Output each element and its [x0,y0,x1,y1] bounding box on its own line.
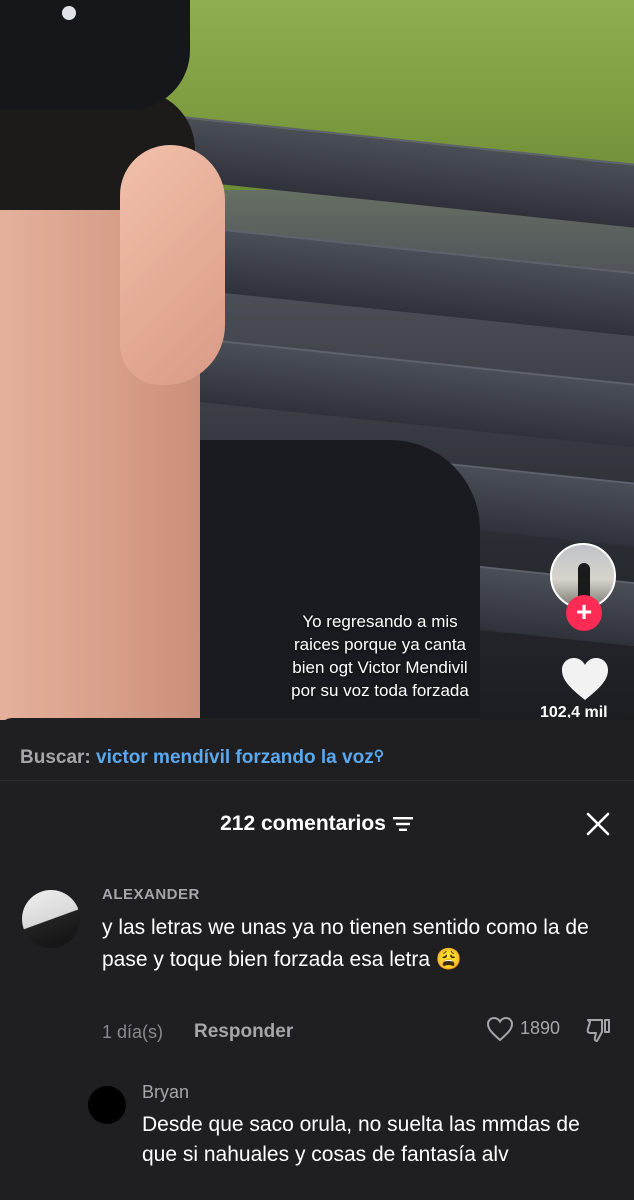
search-icon[interactable]: ⚲ [374,747,384,763]
caption-line: por su voz toda forzada [291,681,469,700]
caption-line: Yo regresando a mis [302,612,458,631]
reply-button[interactable]: Responder [194,1021,293,1043]
heart-icon[interactable] [560,656,610,702]
comments-sheet: Buscar: victor mendívil forzando la voz⚲… [0,718,634,1200]
video-caption: Yo regresando a mis raices porque ya can… [265,610,495,702]
thumbs-down-icon[interactable] [584,1016,612,1044]
sort-icon[interactable] [392,816,414,832]
comment-username[interactable]: Bryan [142,1082,189,1103]
search-label: Buscar: [20,747,91,768]
comment-timestamp: 1 día(s) [102,1022,164,1042]
follow-button[interactable]: + [566,595,602,631]
avatar[interactable] [22,890,80,948]
comment-like-count: 1890 [520,1018,561,1038]
divider [0,780,634,781]
close-icon[interactable] [584,810,612,838]
comments-header: 212 comentarios [0,812,634,836]
comment-text: Desde que saco orula, no suelta las mmda… [142,1113,580,1166]
bench-slat [204,226,634,338]
comments-count-title: 212 comentarios [220,812,386,835]
person-cap [0,0,190,110]
comment-username[interactable]: ALEXANDER [102,886,200,903]
heart-outline-icon[interactable] [486,1016,514,1042]
cap-button [62,6,76,20]
bench-slat [174,335,634,449]
caption-line: bien ogt Victor Mendivil [292,658,468,677]
caption-line: raices porque ya canta [294,635,466,654]
search-query-link[interactable]: victor mendívil forzando la voz [96,747,374,768]
avatar[interactable] [88,1086,126,1124]
video-player[interactable]: Yo regresando a mis raices porque ya can… [0,0,634,720]
person-ear [120,145,225,385]
search-suggestion[interactable]: Buscar: victor mendívil forzando la voz⚲ [20,747,384,769]
comment-text: y las letras we unas ya no tienen sentid… [102,916,589,971]
